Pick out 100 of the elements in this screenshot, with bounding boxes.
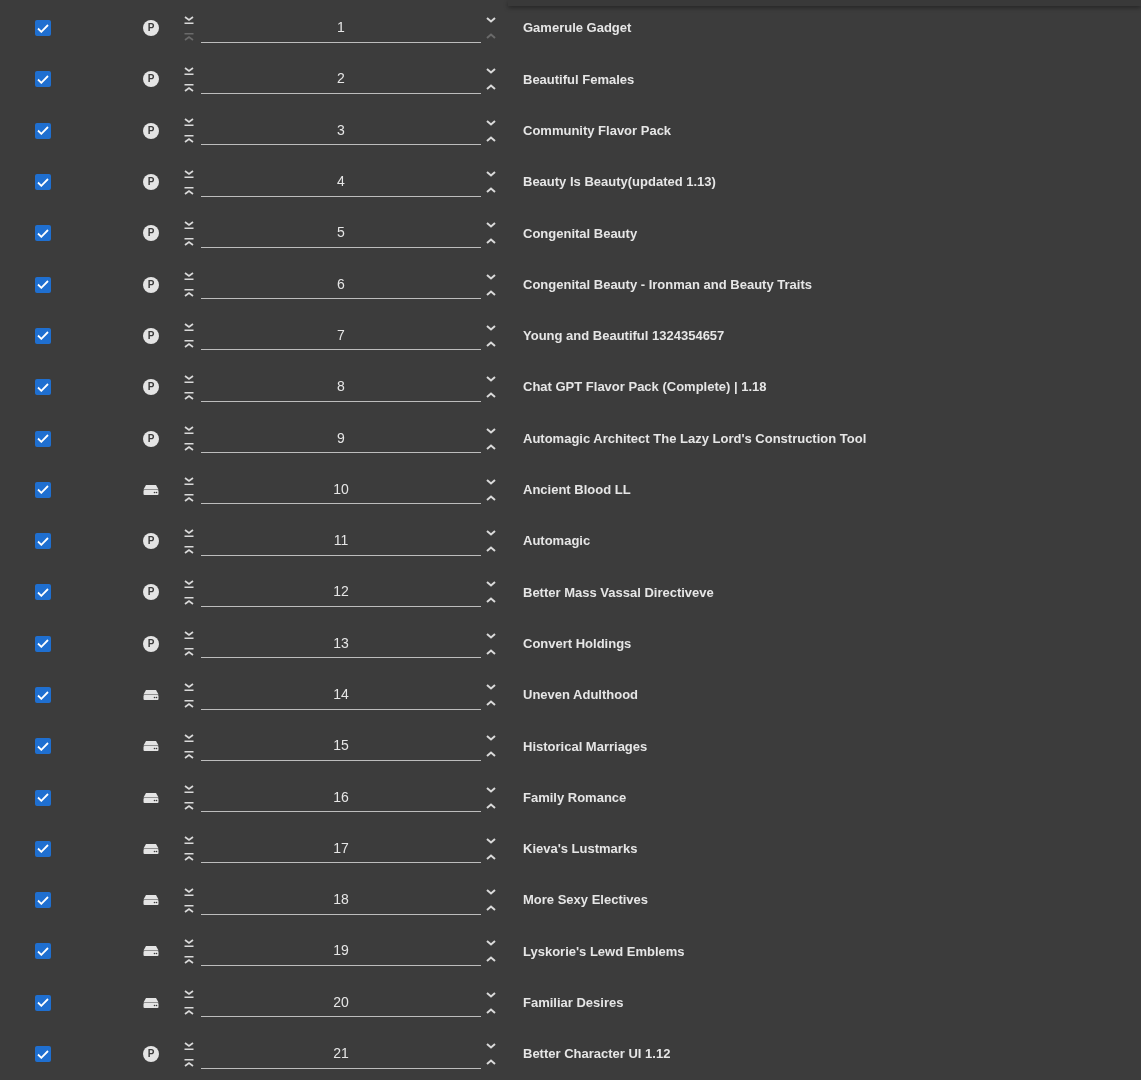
chevron-down-bar-icon[interactable] xyxy=(184,836,194,845)
order-field[interactable]: 2 xyxy=(201,65,481,94)
checkbox[interactable] xyxy=(35,533,51,550)
chevron-down-icon[interactable] xyxy=(486,684,496,690)
checkbox[interactable] xyxy=(35,122,51,139)
checkbox[interactable] xyxy=(35,327,51,344)
chevron-down-bar-icon[interactable] xyxy=(184,631,194,640)
chevron-up-bar-icon[interactable] xyxy=(184,956,194,964)
chevron-down-bar-icon[interactable] xyxy=(184,272,194,281)
chevron-down-icon[interactable] xyxy=(486,530,496,537)
order-field[interactable]: 1 xyxy=(201,14,481,43)
checkbox[interactable] xyxy=(35,789,51,806)
chevron-up-bar-icon[interactable] xyxy=(184,853,194,862)
chevron-down-bar-icon[interactable] xyxy=(184,990,194,999)
checkbox[interactable] xyxy=(35,635,51,652)
checkbox[interactable] xyxy=(35,892,51,909)
chevron-up-bar-icon[interactable] xyxy=(184,904,194,913)
chevron-down-bar-icon[interactable] xyxy=(184,426,194,434)
order-field[interactable]: 7 xyxy=(201,322,481,351)
checkbox[interactable] xyxy=(35,20,51,37)
checkbox[interactable] xyxy=(35,225,51,242)
chevron-down-bar-icon[interactable] xyxy=(184,66,194,75)
chevron-up-bar-icon[interactable] xyxy=(184,83,194,92)
chevron-up-bar-icon[interactable] xyxy=(184,596,194,605)
checkbox[interactable] xyxy=(35,687,51,703)
chevron-down-icon[interactable] xyxy=(486,17,496,24)
chevron-down-icon[interactable] xyxy=(486,940,496,947)
chevron-down-icon[interactable] xyxy=(486,786,496,793)
chevron-up-bar-icon[interactable] xyxy=(184,135,194,144)
chevron-down-bar-icon[interactable] xyxy=(184,118,194,127)
checkbox[interactable] xyxy=(35,174,51,191)
order-field[interactable]: 8 xyxy=(201,373,481,402)
checkbox[interactable] xyxy=(35,584,51,601)
checkbox[interactable] xyxy=(35,481,51,498)
order-field[interactable]: 19 xyxy=(201,938,481,966)
chevron-down-icon[interactable] xyxy=(486,427,496,434)
chevron-up-bar-icon[interactable] xyxy=(184,494,194,503)
chevron-up-bar-icon[interactable] xyxy=(184,802,194,811)
chevron-up-bar-icon[interactable] xyxy=(184,237,194,246)
order-field[interactable]: 21 xyxy=(201,1040,481,1069)
order-field[interactable]: 12 xyxy=(201,578,481,607)
checkbox[interactable] xyxy=(35,943,51,960)
checkbox[interactable] xyxy=(35,276,51,293)
chevron-up-bar-icon[interactable] xyxy=(184,750,194,759)
chevron-down-bar-icon[interactable] xyxy=(184,15,194,24)
chevron-down-bar-icon[interactable] xyxy=(184,374,194,383)
chevron-down-icon[interactable] xyxy=(486,222,496,229)
chevron-up-bar-icon[interactable] xyxy=(184,648,194,657)
chevron-down-bar-icon[interactable] xyxy=(184,579,194,588)
order-field[interactable]: 14 xyxy=(201,681,481,710)
order-field[interactable]: 15 xyxy=(201,732,481,761)
chevron-down-bar-icon[interactable] xyxy=(184,887,194,896)
chevron-down-icon[interactable] xyxy=(486,581,496,588)
chevron-down-icon[interactable] xyxy=(486,171,496,178)
chevron-down-bar-icon[interactable] xyxy=(184,682,194,691)
chevron-up-bar-icon[interactable] xyxy=(184,186,194,195)
chevron-down-bar-icon[interactable] xyxy=(184,220,194,229)
checkbox[interactable] xyxy=(35,1046,51,1063)
chevron-down-bar-icon[interactable] xyxy=(184,323,194,332)
chevron-down-icon[interactable] xyxy=(486,68,496,75)
checkbox[interactable] xyxy=(35,840,51,857)
order-field[interactable]: 17 xyxy=(201,835,481,864)
chevron-down-bar-icon[interactable] xyxy=(184,785,194,794)
chevron-down-icon[interactable] xyxy=(486,324,496,331)
order-field[interactable]: 3 xyxy=(201,117,481,146)
chevron-up-bar-icon[interactable] xyxy=(184,545,194,554)
order-field[interactable]: 13 xyxy=(201,630,481,659)
order-field[interactable]: 10 xyxy=(201,476,481,505)
chevron-up-bar-icon[interactable] xyxy=(184,443,194,451)
chevron-down-icon[interactable] xyxy=(486,376,496,383)
checkbox[interactable] xyxy=(35,379,51,396)
order-field[interactable]: 4 xyxy=(201,168,481,197)
checkbox[interactable] xyxy=(35,430,51,447)
chevron-up-bar-icon[interactable] xyxy=(184,1058,194,1067)
chevron-down-icon[interactable] xyxy=(486,273,496,280)
chevron-down-bar-icon[interactable] xyxy=(184,1041,194,1050)
chevron-down-icon[interactable] xyxy=(486,889,496,896)
chevron-down-bar-icon[interactable] xyxy=(184,477,194,486)
chevron-down-icon[interactable] xyxy=(486,735,496,742)
chevron-down-bar-icon[interactable] xyxy=(184,528,194,537)
checkbox[interactable] xyxy=(35,71,51,88)
checkbox[interactable] xyxy=(35,738,51,755)
chevron-down-icon[interactable] xyxy=(486,991,496,998)
order-field[interactable]: 9 xyxy=(201,425,481,453)
order-field[interactable]: 6 xyxy=(201,271,481,300)
chevron-down-icon[interactable] xyxy=(486,119,496,126)
order-field[interactable]: 18 xyxy=(201,886,481,915)
chevron-down-icon[interactable] xyxy=(486,1043,496,1050)
chevron-up-bar-icon[interactable] xyxy=(184,1007,194,1016)
chevron-down-icon[interactable] xyxy=(486,632,496,639)
chevron-down-icon[interactable] xyxy=(486,837,496,844)
order-field[interactable]: 11 xyxy=(201,527,481,556)
chevron-up-bar-icon[interactable] xyxy=(184,391,194,400)
checkbox[interactable] xyxy=(35,994,51,1011)
order-field[interactable]: 16 xyxy=(201,784,481,813)
order-field[interactable]: 20 xyxy=(201,989,481,1018)
chevron-up-bar-icon[interactable] xyxy=(184,699,194,708)
chevron-up-bar-icon[interactable] xyxy=(184,289,194,298)
order-field[interactable]: 5 xyxy=(201,219,481,248)
chevron-down-bar-icon[interactable] xyxy=(184,733,194,742)
